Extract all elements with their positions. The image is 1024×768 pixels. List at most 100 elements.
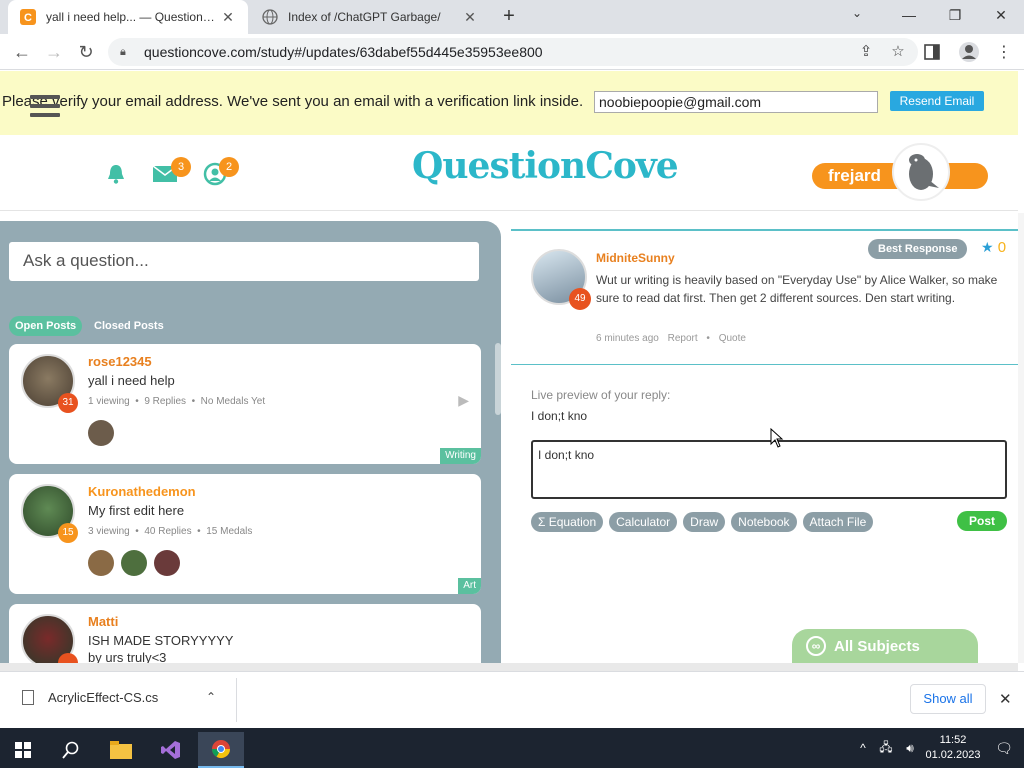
level-badge — [58, 653, 78, 663]
all-subjects-label: All Subjects — [834, 637, 920, 655]
tab-search-chevron-icon[interactable]: ⌄ — [852, 6, 862, 20]
post-card[interactable]: 31 rose12345 yall i need help 1 viewing … — [9, 344, 481, 464]
chrome-icon[interactable] — [198, 732, 244, 768]
preview-text: I don;t kno — [531, 409, 588, 423]
bell-icon[interactable] — [103, 161, 129, 187]
friends-count-badge: 2 — [219, 157, 239, 177]
medal-count: 0 — [997, 239, 1007, 256]
posts-feed-panel: Ask a question... Open Posts Closed Post… — [0, 221, 501, 663]
visual-studio-icon[interactable] — [148, 732, 194, 768]
subject-tag: Writing — [440, 448, 481, 464]
new-tab-button[interactable]: + — [498, 6, 520, 28]
post-subline: by urs truly<3 — [88, 650, 167, 663]
calculator-button[interactable]: Calculator — [609, 512, 678, 532]
back-arrow-icon[interactable]: ← — [10, 40, 34, 64]
tab-close-icon[interactable]: ✕ — [462, 9, 478, 26]
divider — [511, 364, 1019, 365]
reload-icon[interactable]: ↻ — [74, 40, 98, 64]
address-bar[interactable]: 🔒︎ questioncove.com/study#/updates/63dab… — [108, 38, 918, 66]
post-meta: 3 viewing • 40 Replies • 15 Medals — [88, 526, 253, 537]
browser-toolbar: ← → ↻ 🔒︎ questioncove.com/study#/updates… — [0, 34, 1024, 70]
report-link[interactable]: Report — [668, 333, 698, 344]
chevron-up-icon[interactable]: ^ — [852, 741, 874, 755]
participant-avatars — [88, 420, 114, 446]
mouse-cursor-icon — [770, 427, 784, 453]
menu-kebab-icon[interactable]: ⋮ — [996, 38, 1012, 66]
equation-button[interactable]: Σ Equation — [531, 512, 604, 532]
search-icon[interactable] — [48, 732, 94, 768]
windows-taskbar: ^ 🖧︎ 🔊︎ 11:52 01.02.2023 🗨︎ — [0, 728, 1024, 768]
divider — [236, 678, 237, 722]
close-downloads-icon[interactable]: ✕ — [999, 690, 1012, 708]
feed-scrollbar[interactable] — [495, 343, 501, 415]
forward-arrow-icon[interactable]: → — [42, 40, 66, 64]
tab-questioncove[interactable]: C yall i need help... — QuestionCove ✕ — [8, 0, 248, 34]
windows-start-icon[interactable] — [0, 732, 46, 768]
divider — [511, 229, 1019, 231]
verify-message: Please verify your email address. We've … — [2, 93, 584, 110]
profile-icon[interactable] — [958, 38, 980, 66]
subject-tag: Art — [458, 578, 481, 594]
side-panel-icon[interactable] — [924, 38, 940, 66]
tab-title: yall i need help... — QuestionCove — [46, 10, 220, 24]
chevron-up-icon[interactable]: ⌃ — [206, 690, 216, 704]
download-item[interactable]: AcrylicEffect-CS.cs — [22, 690, 158, 705]
url-text: questioncove.com/study#/updates/63dabef5… — [144, 44, 543, 60]
hamburger-menu-icon[interactable] — [30, 95, 60, 117]
resend-email-button[interactable]: Resend Email — [890, 91, 984, 111]
post-username[interactable]: rose12345 — [88, 354, 152, 369]
questioncove-logo[interactable]: QuestionCove — [412, 145, 679, 187]
level-badge: 31 — [58, 393, 78, 413]
all-subjects-button[interactable]: ∞ All Subjects — [792, 629, 978, 663]
network-icon[interactable]: 🖧︎ — [874, 738, 898, 759]
site-header: 3 2 QuestionCove frejard — [0, 135, 1018, 211]
post-username[interactable]: Matti — [88, 614, 118, 629]
logo-text: QuestionCove — [412, 145, 679, 187]
notifications-icon[interactable]: 🗨︎ — [984, 740, 1024, 757]
tab-index-chatgpt[interactable]: Index of /ChatGPT Garbage/ ✕ — [250, 0, 490, 34]
answer-text: Wut ur writing is heavily based on "Ever… — [596, 273, 998, 305]
messages-count-badge: 3 — [171, 157, 191, 177]
globe-icon — [262, 9, 278, 25]
answer-username[interactable]: MidniteSunny — [596, 251, 675, 265]
post-card[interactable]: Matti ISH MADE STORYYYYY by urs truly<3 — [9, 604, 481, 663]
preview-label: Live preview of your reply: — [531, 388, 671, 402]
browser-tab-strip: C yall i need help... — QuestionCove ✕ I… — [0, 0, 1024, 34]
answer-meta: 6 minutes ago Report • Quote — [596, 333, 746, 344]
post-button[interactable]: Post — [957, 511, 1007, 531]
email-field[interactable]: noobiepoopie@gmail.com — [594, 91, 878, 113]
bookmark-star-icon[interactable]: ☆ — [882, 36, 914, 66]
clock-time: 11:52 — [939, 734, 967, 746]
tab-title: Index of /ChatGPT Garbage/ — [288, 10, 441, 24]
page-scrollbar[interactable] — [1018, 213, 1024, 663]
horizontal-scrollbar[interactable] — [0, 663, 1018, 671]
window-controls: — ❐ ✕ — [886, 0, 1024, 30]
quote-link[interactable]: Quote — [719, 333, 746, 344]
tab-close-icon[interactable]: ✕ — [220, 9, 236, 26]
medal-counter[interactable]: ★ 0 — [981, 239, 1006, 256]
post-username[interactable]: Kuronathedemon — [88, 484, 196, 499]
play-arrow-icon[interactable]: ▶ — [458, 392, 469, 409]
restore-icon[interactable]: ❐ — [932, 0, 978, 30]
close-window-icon[interactable]: ✕ — [978, 0, 1024, 30]
best-response-button[interactable]: Best Response — [868, 239, 968, 259]
notebook-button[interactable]: Notebook — [731, 512, 797, 532]
closed-posts-tab[interactable]: Closed Posts — [88, 316, 170, 336]
ask-question-input[interactable]: Ask a question... — [9, 242, 479, 281]
attach-file-button[interactable]: Attach File — [802, 512, 874, 532]
user-avatar[interactable] — [892, 143, 950, 201]
system-tray: ^ 🖧︎ 🔊︎ 11:52 01.02.2023 🗨︎ — [852, 728, 1024, 768]
reply-textarea[interactable]: I don;t kno — [531, 440, 1007, 499]
clock[interactable]: 11:52 01.02.2023 — [922, 733, 984, 763]
share-icon[interactable]: ⇪ — [850, 36, 882, 66]
file-explorer-icon[interactable] — [98, 732, 144, 768]
show-all-button[interactable]: Show all — [910, 684, 986, 714]
volume-icon[interactable]: 🔊︎ — [898, 741, 922, 756]
minimize-icon[interactable]: — — [886, 0, 932, 30]
open-posts-tab[interactable]: Open Posts — [9, 316, 83, 336]
draw-button[interactable]: Draw — [683, 512, 726, 532]
post-card[interactable]: 15 Kuronathedemon My first edit here 3 v… — [9, 474, 481, 594]
post-question: My first edit here — [88, 503, 185, 518]
post-question: yall i need help — [88, 373, 175, 388]
downloads-bar: AcrylicEffect-CS.cs ⌃ Show all ✕ — [0, 671, 1024, 728]
